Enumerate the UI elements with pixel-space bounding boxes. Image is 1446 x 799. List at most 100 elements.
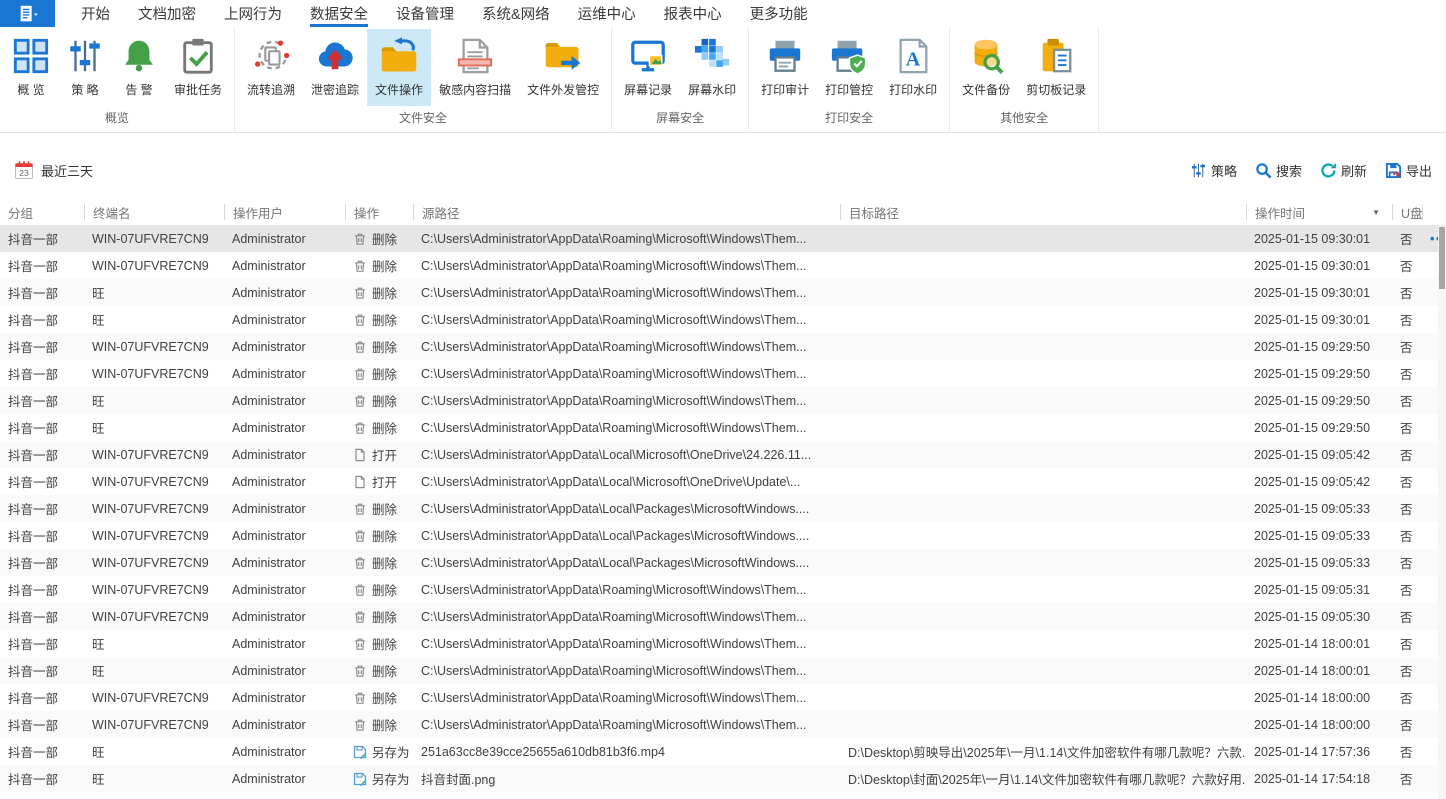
cell-operation: 删除: [345, 391, 413, 410]
cell-group: 抖音一部: [0, 526, 84, 545]
filter-actions: 策略 搜索 刷新 导出: [1190, 161, 1432, 180]
column-header-menu[interactable]: ▼: [1422, 204, 1446, 220]
column-header-op[interactable]: 操作 ▼: [345, 204, 413, 220]
table-row[interactable]: 抖音一部 WIN-07UFVRE7CN9 Administrator 删除 C:…: [0, 522, 1446, 549]
leak-track-icon: [316, 37, 354, 75]
menu-tab-系统&网络[interactable]: 系统&网络: [482, 0, 550, 27]
table-row[interactable]: 抖音一部 WIN-07UFVRE7CN9 Administrator 删除 C:…: [0, 252, 1446, 279]
cell-target-path: D:\Desktop\封面\2025年\一月\1.14\文件加密软件有哪几款呢？…: [840, 769, 1246, 788]
cell-group: 抖音一部: [0, 472, 84, 491]
filter-action-刷新[interactable]: 刷新: [1320, 161, 1367, 180]
ribbon-button-策略[interactable]: 策 略: [58, 29, 112, 106]
cell-user: Administrator: [224, 745, 345, 759]
column-header-source[interactable]: 源路径 ▼: [413, 204, 840, 220]
table-row[interactable]: 抖音一部 WIN-07UFVRE7CN9 Administrator 删除 C:…: [0, 549, 1446, 576]
ribbon-button-审批任务[interactable]: 审批任务: [166, 29, 230, 106]
filter-action-导出[interactable]: 导出: [1385, 161, 1432, 180]
cell-operation: 删除: [345, 256, 413, 275]
cell-terminal: WIN-07UFVRE7CN9: [84, 475, 224, 489]
ribbon-button-屏幕记录[interactable]: 屏幕记录: [616, 29, 680, 106]
table-row[interactable]: 抖音一部 旺 Administrator 另存为 抖音封面.png D:\Des…: [0, 765, 1446, 792]
table-row[interactable]: 抖音一部 WIN-07UFVRE7CN9 Administrator 删除 C:…: [0, 711, 1446, 738]
table-row[interactable]: 抖音一部 WIN-07UFVRE7CN9 Administrator 删除 C:…: [0, 495, 1446, 522]
file-icon: [353, 475, 367, 489]
table-row[interactable]: 抖音一部 旺 Administrator 删除 C:\Users\Adminis…: [0, 630, 1446, 657]
ribbon-group: 概 览 策 略 告 警 审批任务 概览: [0, 27, 235, 132]
ribbon-button-敏感内容扫描[interactable]: 敏感内容扫描: [431, 29, 519, 106]
cell-group: 抖音一部: [0, 688, 84, 707]
cell-terminal: 旺: [84, 283, 224, 302]
cell-time: 2025-01-14 18:00:01: [1246, 664, 1392, 678]
menu-tab-设备管理[interactable]: 设备管理: [396, 0, 454, 27]
cell-user: Administrator: [224, 691, 345, 705]
column-header-usb[interactable]: U盘 ▼: [1392, 204, 1422, 220]
column-header-time[interactable]: 操作时间 ▼: [1246, 204, 1392, 220]
cell-terminal: 旺: [84, 391, 224, 410]
column-header-user[interactable]: 操作用户 ▼: [224, 204, 345, 220]
filter-action-策略[interactable]: 策略: [1190, 161, 1237, 180]
column-header-group[interactable]: 分组 ▼: [0, 204, 84, 220]
ribbon-button-打印管控[interactable]: 打印管控: [817, 29, 881, 106]
cell-group: 抖音一部: [0, 256, 84, 275]
column-header-target[interactable]: 目标路径 ▼: [840, 204, 1246, 220]
ribbon-button-泄密追踪[interactable]: 泄密追踪: [303, 29, 367, 106]
ribbon-button-文件备份[interactable]: 文件备份: [954, 29, 1018, 106]
ribbon-button-文件操作[interactable]: 文件操作: [367, 29, 431, 106]
table-row[interactable]: 抖音一部 WIN-07UFVRE7CN9 Administrator 删除 C:…: [0, 225, 1446, 252]
menu-tab-开始[interactable]: 开始: [81, 0, 110, 27]
ribbon-button-流转追溯[interactable]: 流转追溯: [239, 29, 303, 106]
table-row[interactable]: 抖音一部 WIN-07UFVRE7CN9 Administrator 删除 C:…: [0, 603, 1446, 630]
file-backup-icon: [967, 37, 1005, 75]
table-row[interactable]: 抖音一部 旺 Administrator 删除 C:\Users\Adminis…: [0, 387, 1446, 414]
cell-operation: 删除: [345, 310, 413, 329]
ribbon-button-打印水印[interactable]: A 打印水印: [881, 29, 945, 106]
app-menu-button[interactable]: [0, 0, 55, 27]
policy-sliders-icon: [1190, 162, 1207, 179]
table-row[interactable]: 抖音一部 WIN-07UFVRE7CN9 Administrator 删除 C:…: [0, 684, 1446, 711]
cell-group: 抖音一部: [0, 553, 84, 572]
cell-source-path: C:\Users\Administrator\AppData\Roaming\M…: [413, 313, 840, 327]
table-row[interactable]: 抖音一部 WIN-07UFVRE7CN9 Administrator 删除 C:…: [0, 333, 1446, 360]
table-row[interactable]: 抖音一部 旺 Administrator 删除 C:\Users\Adminis…: [0, 414, 1446, 441]
trash-icon: [353, 610, 367, 624]
menu-tab-更多功能[interactable]: 更多功能: [750, 0, 808, 27]
ribbon-group-label: 屏幕安全: [616, 107, 744, 132]
overview-grid-icon: [12, 37, 50, 75]
cell-terminal: 旺: [84, 742, 224, 761]
filter-action-搜索[interactable]: 搜索: [1255, 161, 1302, 180]
ribbon-button-打印审计[interactable]: 打印审计: [753, 29, 817, 106]
save-as-icon: [353, 745, 367, 759]
menu-tab-上网行为[interactable]: 上网行为: [224, 0, 282, 27]
date-filter-button[interactable]: 23 最近三天: [14, 160, 93, 180]
column-header-terminal[interactable]: 终端名 ▼: [84, 204, 224, 220]
table-row[interactable]: 抖音一部 旺 Administrator 删除 C:\Users\Adminis…: [0, 657, 1446, 684]
search-icon: [1255, 162, 1272, 179]
ribbon-button-概览[interactable]: 概 览: [4, 29, 58, 106]
table-row[interactable]: 抖音一部 旺 Administrator 另存为 251a63cc8e39cce…: [0, 738, 1446, 765]
ribbon-button-剪切板记录[interactable]: 剪切板记录: [1018, 29, 1094, 106]
ribbon-group: 流转追溯 泄密追踪 文件操作 敏感内容扫描 文件外发管控 文件安全: [235, 27, 612, 132]
ribbon-button-告警[interactable]: 告 警: [112, 29, 166, 106]
cell-usb: 否: [1392, 769, 1422, 788]
ribbon-button-屏幕水印[interactable]: 屏幕水印: [680, 29, 744, 106]
table-row[interactable]: 抖音一部 WIN-07UFVRE7CN9 Administrator 打开 C:…: [0, 441, 1446, 468]
table-row[interactable]: 抖音一部 旺 Administrator 删除 C:\Users\Adminis…: [0, 306, 1446, 333]
sort-desc-icon[interactable]: ▼: [1372, 208, 1392, 217]
scrollbar-thumb[interactable]: [1439, 227, 1445, 289]
table-row[interactable]: 抖音一部 WIN-07UFVRE7CN9 Administrator 删除 C:…: [0, 576, 1446, 603]
menu-tab-运维中心[interactable]: 运维中心: [578, 0, 636, 27]
cell-time: 2025-01-15 09:30:01: [1246, 286, 1392, 300]
cell-time: 2025-01-14 18:00:01: [1246, 637, 1392, 651]
menu-tab-数据安全[interactable]: 数据安全: [310, 0, 368, 27]
table-row[interactable]: 抖音一部 旺 Administrator 删除 C:\Users\Adminis…: [0, 279, 1446, 306]
cell-usb: 否: [1392, 418, 1422, 437]
vertical-scrollbar[interactable]: [1438, 226, 1446, 799]
table-row[interactable]: 抖音一部 WIN-07UFVRE7CN9 Administrator 删除 C:…: [0, 360, 1446, 387]
cell-time: 2025-01-14 18:00:00: [1246, 718, 1392, 732]
ribbon-button-文件外发管控[interactable]: 文件外发管控: [519, 29, 607, 106]
menu-tab-文档加密[interactable]: 文档加密: [138, 0, 196, 27]
ribbon-group-label: 文件安全: [239, 107, 607, 132]
flow-trace-icon: [252, 37, 290, 75]
table-row[interactable]: 抖音一部 WIN-07UFVRE7CN9 Administrator 打开 C:…: [0, 468, 1446, 495]
menu-tab-报表中心[interactable]: 报表中心: [664, 0, 722, 27]
